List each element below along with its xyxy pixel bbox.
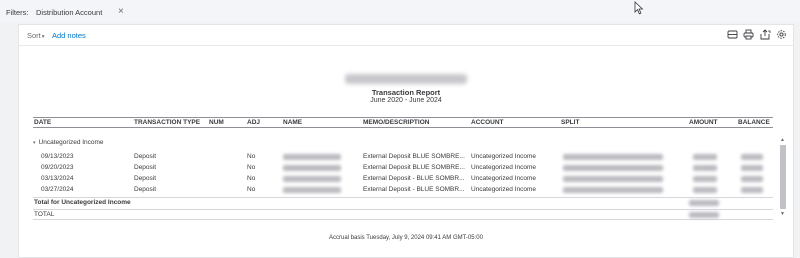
- cell-split-redacted: [563, 176, 663, 182]
- total-group-label: Total for Uncategorized Income: [34, 199, 131, 206]
- column-header-account[interactable]: ACCOUNT: [471, 119, 504, 126]
- cell-memo: External Deposit BLUE SOMBRE...: [363, 153, 465, 160]
- cell-type: Deposit: [134, 153, 157, 160]
- cell-name-redacted: [283, 165, 341, 171]
- filter-chip-remove-icon[interactable]: ×: [118, 6, 124, 17]
- cell-adj: No: [247, 153, 256, 160]
- total-group-amount-redacted: [689, 200, 719, 206]
- table-row[interactable]: 09/13/2023 Deposit No External Deposit B…: [33, 152, 773, 163]
- chevron-down-icon: ▾: [33, 140, 36, 146]
- cell-memo: External Deposit BLUE SOMBRE...: [363, 164, 465, 171]
- table-scrollbar[interactable]: ▲ ▼: [779, 137, 787, 219]
- cell-account: Uncategorized Income: [471, 153, 537, 160]
- report-toolbar: Sort▾ Add notes: [19, 25, 793, 45]
- sort-button[interactable]: Sort▾: [27, 31, 45, 40]
- cell-type: Deposit: [134, 175, 157, 182]
- cell-adj: No: [247, 175, 256, 182]
- cell-type: Deposit: [134, 164, 157, 171]
- export-icon[interactable]: [760, 29, 771, 40]
- grand-total-row: TOTAL: [33, 209, 773, 220]
- report-title: Transaction Report: [371, 88, 441, 97]
- add-notes-button[interactable]: Add notes: [52, 31, 86, 40]
- company-name-redacted: [19, 71, 793, 89]
- cell-balance-redacted: [741, 154, 763, 160]
- scroll-down-icon[interactable]: ▼: [780, 211, 785, 217]
- cell-date: 03/27/2024: [41, 186, 74, 193]
- cell-split-redacted: [563, 187, 663, 193]
- column-header-date[interactable]: DATE: [34, 119, 51, 126]
- cell-memo: External Deposit - BLUE SOMBR...: [363, 175, 465, 182]
- cell-name-redacted: [283, 187, 341, 193]
- column-header-amount[interactable]: AMOUNT: [689, 119, 718, 126]
- filter-bar: Filters: Distribution Account ×: [0, 0, 800, 22]
- total-group-row: Total for Uncategorized Income: [33, 197, 773, 208]
- cell-amount-redacted: [693, 165, 717, 171]
- chevron-down-icon: ▾: [41, 34, 45, 40]
- report-footer: Accrual basis Tuesday, July 9, 2024 09:4…: [329, 235, 483, 241]
- column-header-balance[interactable]: BALANCE: [738, 119, 770, 126]
- cell-type: Deposit: [134, 186, 157, 193]
- cell-date: 09/20/2023: [41, 164, 74, 171]
- column-header-num[interactable]: NUM: [209, 119, 224, 126]
- cell-adj: No: [247, 186, 256, 193]
- column-header-transaction-type[interactable]: TRANSACTION TYPE: [134, 119, 200, 126]
- cell-memo: External Deposit - BLUE SOMBR...: [363, 186, 465, 193]
- settings-icon[interactable]: [776, 29, 787, 40]
- column-header-name[interactable]: NAME: [283, 119, 302, 126]
- collapse-icon[interactable]: [727, 29, 738, 40]
- cell-name-redacted: [283, 154, 341, 160]
- cell-amount-redacted: [693, 187, 717, 193]
- grand-total-amount-redacted: [689, 212, 719, 218]
- group-toggle-uncategorized-income[interactable]: ▾ Uncategorized Income: [33, 139, 104, 146]
- table-row[interactable]: 03/13/2024 Deposit No External Deposit -…: [33, 174, 773, 185]
- print-icon[interactable]: [743, 29, 754, 40]
- mouse-cursor-icon: [634, 1, 644, 15]
- report-date-range: June 2020 - June 2024: [370, 97, 442, 104]
- table-row[interactable]: 09/20/2023 Deposit No External Deposit B…: [33, 163, 773, 174]
- toolbar-divider: [19, 45, 793, 46]
- cell-date: 03/13/2024: [41, 175, 74, 182]
- sort-label: Sort: [27, 31, 41, 40]
- cell-balance-redacted: [741, 187, 763, 193]
- scrollbar-thumb[interactable]: [780, 145, 786, 209]
- cell-account: Uncategorized Income: [471, 175, 537, 182]
- scroll-up-icon[interactable]: ▲: [780, 137, 785, 143]
- column-header-split[interactable]: SPLIT: [561, 119, 579, 126]
- cell-split-redacted: [563, 154, 663, 160]
- grand-total-label: TOTAL: [34, 211, 55, 218]
- cell-amount-redacted: [693, 176, 717, 182]
- cell-account: Uncategorized Income: [471, 186, 537, 193]
- report-panel: Sort▾ Add notes Transaction Report June …: [18, 24, 794, 258]
- cell-adj: No: [247, 164, 256, 171]
- group-label: Uncategorized Income: [38, 139, 104, 146]
- cell-balance-redacted: [741, 165, 763, 171]
- cell-date: 09/13/2023: [41, 153, 74, 160]
- column-header-memo[interactable]: MEMO/DESCRIPTION: [363, 119, 429, 126]
- cell-account: Uncategorized Income: [471, 164, 537, 171]
- table-row[interactable]: 03/27/2024 Deposit No External Deposit -…: [33, 185, 773, 196]
- cell-split-redacted: [563, 165, 663, 171]
- filter-chip-distribution-account[interactable]: Distribution Account: [36, 8, 102, 17]
- table-header: DATE TRANSACTION TYPE NUM ADJ NAME MEMO/…: [33, 117, 773, 128]
- filters-label: Filters:: [6, 8, 29, 17]
- column-header-adj[interactable]: ADJ: [247, 119, 260, 126]
- cell-amount-redacted: [693, 154, 717, 160]
- cell-name-redacted: [283, 176, 341, 182]
- cell-balance-redacted: [741, 176, 763, 182]
